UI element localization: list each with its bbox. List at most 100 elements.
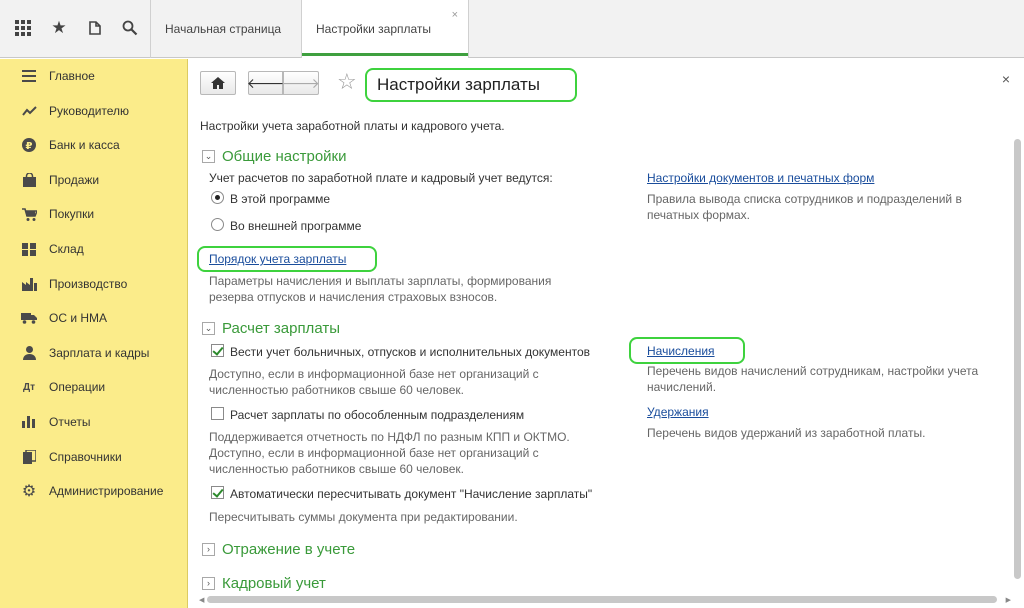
chevron-right-icon: ›: [202, 543, 215, 556]
sidebar-item-directories[interactable]: Справочники: [0, 440, 188, 474]
sidebar-item-manager[interactable]: Руководителю: [0, 94, 188, 128]
books-icon: [20, 448, 38, 466]
sidebar-item-sales[interactable]: Продажи: [0, 163, 188, 197]
documents-settings-link[interactable]: Настройки документов и печатных форм: [647, 171, 874, 185]
checkbox-auto-recalc-description: Пересчитывать суммы документа при редакт…: [209, 510, 518, 524]
documents-settings-description: Правила вывода списка сотрудников и подр…: [647, 192, 962, 222]
truck-icon: [20, 309, 38, 327]
chevron-right-icon: ›: [202, 577, 215, 590]
sidebar-item-label: Справочники: [49, 450, 122, 464]
checkbox-auto-recalc-label[interactable]: Автоматически пересчитывать документ "На…: [230, 487, 592, 501]
gear-icon: ⚙: [21, 483, 37, 500]
sidebar: Главное Руководителю ₽ Банк и касса Прод…: [0, 59, 188, 608]
sidebar-item-purchases[interactable]: Покупки: [0, 197, 188, 231]
ruble-icon: ₽: [20, 136, 38, 154]
sidebar-item-reports[interactable]: Отчеты: [0, 405, 188, 439]
horizontal-scroll-thumb[interactable]: [207, 596, 997, 603]
section-general-title: Общие настройки: [222, 148, 347, 165]
cart-icon: [20, 205, 38, 223]
trend-icon: [20, 102, 38, 120]
tab-home-label: Начальная страница: [165, 22, 282, 36]
chevron-down-icon: ⌄: [202, 322, 215, 335]
sidebar-item-production[interactable]: Производство: [0, 267, 188, 301]
tab-salary-settings[interactable]: Настройки зарплаты ×: [301, 0, 469, 58]
forward-button[interactable]: 🡒: [282, 71, 320, 95]
accounting-label: Учет расчетов по заработной плате и кадр…: [209, 171, 553, 185]
checkbox-sick-leave-description: Доступно, если в информационной базе нет…: [209, 367, 539, 397]
sidebar-item-label: Склад: [49, 242, 84, 256]
arrow-right-icon: 🡒: [282, 74, 320, 91]
main-panel: 🡐 🡒 ☆ Настройки зарплаты × Настройки уче…: [189, 59, 1024, 608]
apps-grid-icon[interactable]: [12, 17, 34, 39]
checkbox-separate-divisions[interactable]: [211, 407, 224, 420]
scroll-right-icon[interactable]: ▶: [1006, 596, 1011, 604]
checkbox-auto-recalc[interactable]: [211, 486, 224, 499]
warehouse-icon: [20, 240, 38, 258]
history-icon[interactable]: [84, 17, 106, 39]
section-payroll-title: Расчет зарплаты: [222, 320, 340, 337]
top-bar: ★ Начальная страница Настройки зарплаты …: [0, 0, 1024, 58]
sidebar-item-fixed-assets[interactable]: ОС и НМА: [0, 301, 188, 335]
chevron-down-icon: ⌄: [202, 150, 215, 163]
section-payroll-header[interactable]: ⌄ Расчет зарплаты: [202, 320, 340, 337]
checkbox-sick-leave[interactable]: [211, 344, 224, 357]
favorite-star-icon[interactable]: ☆: [337, 69, 357, 95]
checkbox-separate-divisions-label[interactable]: Расчет зарплаты по обособленным подразде…: [230, 408, 524, 422]
arrow-left-icon: 🡐: [246, 74, 285, 91]
deductions-description: Перечень видов удержаний из заработной п…: [647, 426, 926, 440]
svg-text:₽: ₽: [26, 141, 33, 152]
sidebar-item-payroll-hr[interactable]: Зарплата и кадры: [0, 336, 188, 370]
section-hr-header[interactable]: › Кадровый учет: [202, 575, 326, 592]
sidebar-item-label: Производство: [49, 277, 128, 291]
tab-bar: Начальная страница Настройки зарплаты ×: [150, 0, 469, 58]
back-button[interactable]: 🡐: [246, 71, 285, 95]
sidebar-item-label: Банк и касса: [49, 138, 120, 152]
tab-home[interactable]: Начальная страница: [150, 0, 301, 58]
person-icon: [20, 344, 38, 362]
sidebar-item-label: Покупки: [49, 207, 95, 221]
section-general-header[interactable]: ⌄ Общие настройки: [202, 148, 347, 165]
radio-external-program-label[interactable]: Во внешней программе: [230, 219, 361, 233]
sidebar-item-administration[interactable]: ⚙ Администрирование: [0, 474, 188, 508]
sidebar-item-label: Продажи: [49, 173, 100, 187]
sidebar-item-bank[interactable]: ₽ Банк и касса: [0, 128, 188, 162]
horizontal-scrollbar[interactable]: ◀ ▶: [199, 596, 1011, 604]
factory-icon: [20, 275, 38, 293]
accruals-link[interactable]: Начисления: [647, 344, 715, 358]
sidebar-item-label: Главное: [49, 69, 95, 83]
checkbox-separate-divisions-description: Поддерживается отчетность по НДФЛ по раз…: [209, 430, 570, 476]
checkbox-sick-leave-label[interactable]: Вести учет больничных, отпусков и исполн…: [230, 345, 590, 359]
home-button[interactable]: [200, 71, 236, 95]
sidebar-item-warehouse[interactable]: Склад: [0, 232, 188, 266]
page-title: Настройки зарплаты: [365, 68, 577, 102]
sidebar-item-label: Зарплата и кадры: [49, 346, 150, 360]
bag-icon: [20, 171, 38, 189]
tab-close-icon[interactable]: ×: [452, 9, 458, 21]
radio-this-program-label[interactable]: В этой программе: [230, 192, 330, 206]
salary-order-link[interactable]: Порядок учета зарплаты: [209, 252, 346, 266]
section-reflection-title: Отражение в учете: [222, 541, 356, 558]
scroll-left-icon[interactable]: ◀: [199, 596, 204, 604]
search-icon[interactable]: [119, 17, 141, 39]
home-icon: [211, 77, 225, 89]
tab-salary-settings-label: Настройки зарплаты: [316, 22, 432, 36]
sidebar-item-label: ОС и НМА: [49, 311, 108, 325]
radio-this-program[interactable]: [211, 191, 224, 204]
sidebar-item-main[interactable]: Главное: [0, 59, 188, 93]
close-form-icon[interactable]: ×: [1002, 71, 1010, 87]
bar-chart-icon: [20, 413, 38, 431]
vertical-scrollbar[interactable]: [1013, 131, 1021, 601]
section-hr-title: Кадровый учет: [222, 575, 326, 592]
sidebar-item-label: Руководителю: [49, 104, 130, 118]
operations-icon: Дт: [22, 381, 36, 393]
sidebar-item-operations[interactable]: Дт Операции: [0, 370, 188, 404]
favorites-star-icon[interactable]: ★: [48, 17, 70, 39]
accruals-description: Перечень видов начислений сотрудникам, н…: [647, 364, 979, 394]
vertical-scroll-thumb[interactable]: [1014, 139, 1021, 579]
radio-external-program[interactable]: [211, 218, 224, 231]
salary-order-description: Параметры начисления и выплаты зарплаты,…: [209, 274, 552, 304]
menu-icon: [20, 67, 38, 85]
sidebar-item-label: Операции: [49, 380, 106, 394]
section-reflection-header[interactable]: › Отражение в учете: [202, 541, 355, 558]
deductions-link[interactable]: Удержания: [647, 405, 709, 419]
